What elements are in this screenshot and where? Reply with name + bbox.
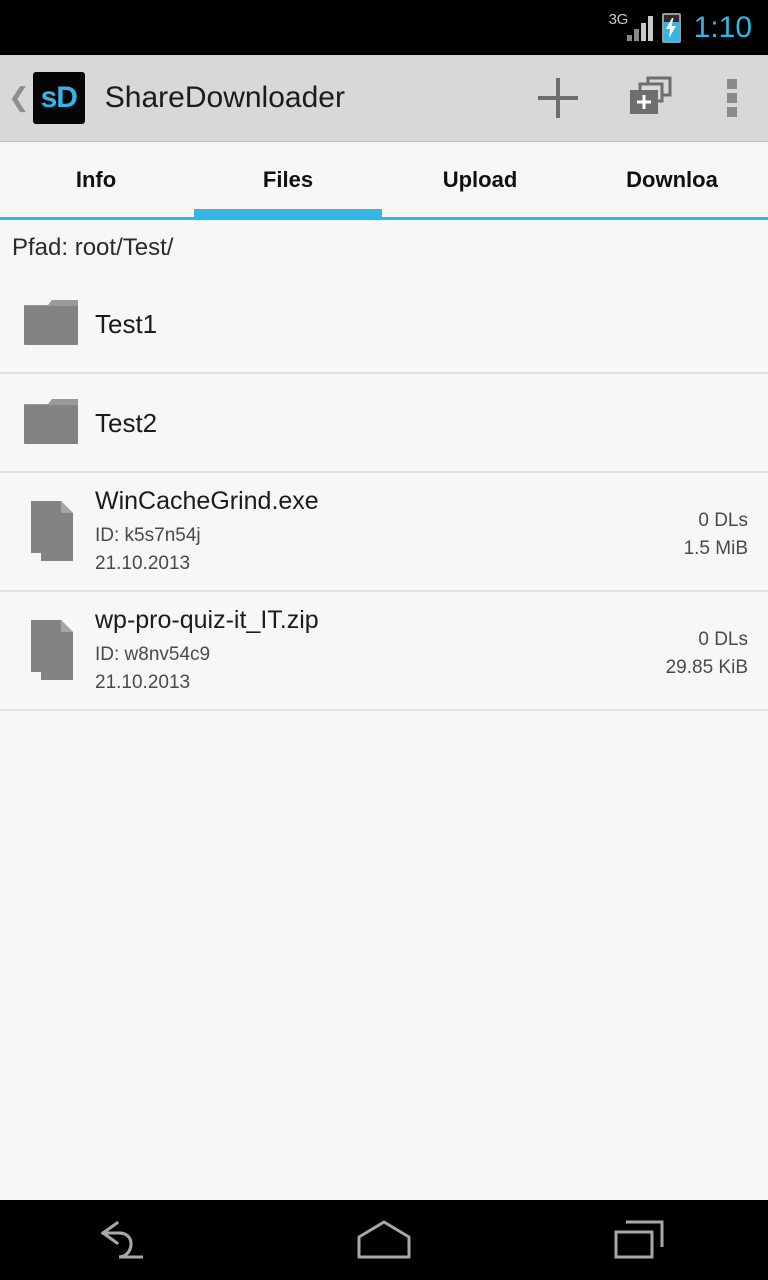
folder-main: Test2 [95,408,748,438]
battery-bolt-glyph [666,17,677,38]
file-list: Test1 Test2 WinCacheGrind.exe ID: k5s7n5… [0,275,768,1200]
path-text: Pfad: root/Test/ [12,233,174,261]
file-meta: 0 DLs 29.85 KiB [654,620,748,682]
new-folder-icon [630,76,672,114]
path-breadcrumb: Pfad: root/Test/ [0,220,768,275]
file-icon-cell [10,499,95,565]
file-icon-cell [10,618,95,684]
folder-name: Test1 [95,308,158,339]
file-id: ID: k5s7n54j [95,524,201,546]
tab-upload[interactable]: Upload [384,142,576,217]
tab-strip: Info Files Upload Downloa [0,142,768,220]
file-name: WinCacheGrind.exe [95,486,319,515]
up-navigation-button[interactable]: ❮ sD [0,55,89,141]
app-title: ShareDownloader [104,81,345,114]
home-icon [357,1220,411,1259]
nav-back-button[interactable] [0,1200,256,1280]
add-button[interactable] [512,55,604,141]
status-bar-right: 3G 1:10 [609,11,752,45]
file-date: 21.10.2013 [95,552,191,574]
status-bar-clock: 1:10 [693,10,752,44]
nav-recents-button[interactable] [512,1200,768,1280]
system-navigation-bar [0,1200,768,1280]
status-bar: 3G 1:10 [0,0,768,55]
overflow-dots-icon [727,79,737,117]
folder-icon-cell [10,398,95,448]
app-screen: 3G 1:10 ❮ sD ShareDownloader Info Files … [0,0,768,1280]
battery-charging-icon [661,12,681,43]
action-bar: ❮ sD ShareDownloader [0,55,768,142]
file-name: wp-pro-quiz-it_IT.zip [95,605,319,634]
folder-icon [23,299,78,345]
overflow-menu-button[interactable] [696,55,768,141]
file-date: 21.10.2013 [95,671,191,693]
app-logo-icon: sD [32,72,85,124]
folder-icon [23,398,78,444]
file-icon [30,500,73,561]
file-size: 29.85 KiB [665,656,748,678]
tab-files[interactable]: Files [192,142,384,217]
network-type-label: 3G [608,10,629,28]
app-logo-text: sD [40,81,78,114]
file-downloads: 0 DLs [698,628,748,650]
tab-info[interactable]: Info [0,142,192,217]
back-arrow-icon [100,1220,143,1259]
file-main: wp-pro-quiz-it_IT.zip ID: w8nv54c9 21.10… [95,605,654,697]
plus-icon [538,78,578,118]
file-id: ID: w8nv54c9 [95,643,211,665]
list-item[interactable]: WinCacheGrind.exe ID: k5s7n54j 21.10.201… [0,473,768,592]
folder-main: Test1 [95,309,748,339]
list-item[interactable]: Test1 [0,275,768,374]
chevron-left-icon: ❮ [8,83,30,113]
file-size: 1.5 MiB [683,537,748,559]
list-item[interactable]: wp-pro-quiz-it_IT.zip ID: w8nv54c9 21.10… [0,592,768,711]
folder-name: Test2 [95,407,158,438]
file-main: WinCacheGrind.exe ID: k5s7n54j 21.10.201… [95,486,672,578]
signal-bars-icon: 3G [609,11,653,45]
nav-home-button[interactable] [256,1200,512,1280]
file-meta: 0 DLs 1.5 MiB [672,501,748,563]
file-downloads: 0 DLs [698,509,748,531]
folder-icon-cell [10,299,95,349]
tab-download[interactable]: Downloa [576,142,768,217]
file-icon [30,619,73,680]
signal-bars-glyph [626,15,653,41]
new-folder-button[interactable] [604,55,696,141]
list-item[interactable]: Test2 [0,374,768,473]
recents-icon [614,1220,664,1259]
